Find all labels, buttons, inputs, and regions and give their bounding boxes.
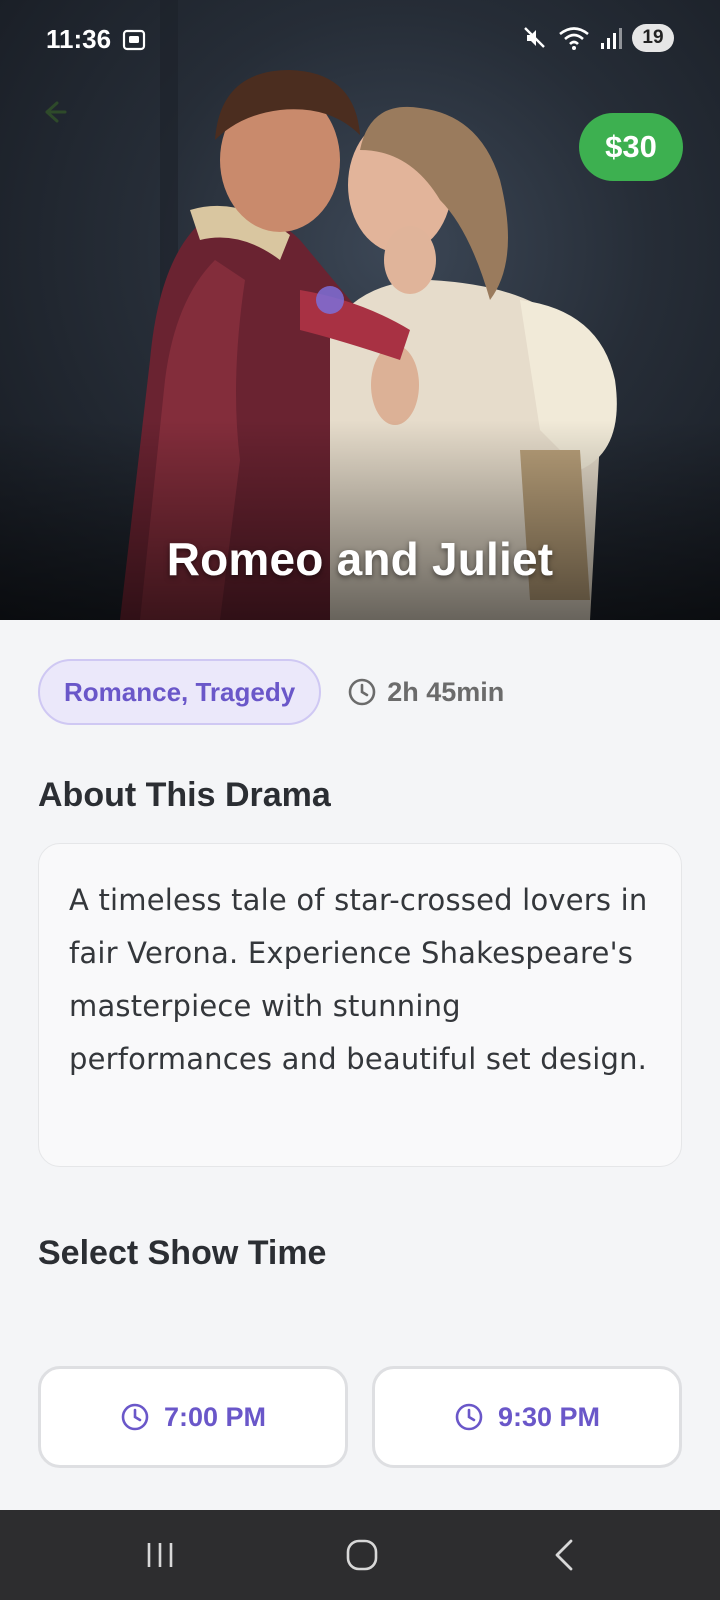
hero-gradient	[0, 420, 720, 620]
duration: 2h 45min	[347, 677, 504, 708]
recents-icon	[147, 1543, 173, 1567]
back-button[interactable]	[34, 92, 74, 132]
description-card: A timeless tale of star-crossed lovers i…	[38, 843, 682, 1167]
mute-icon	[524, 27, 545, 48]
screen: Romeo and Juliet 11:36 19 $30 Romance, T…	[0, 0, 720, 1600]
showtime-label: 7:00 PM	[163, 1401, 267, 1432]
status-bar: 11:36 19	[0, 0, 720, 80]
showtime-label: 9:30 PM	[497, 1401, 601, 1432]
arrow-left-icon	[45, 101, 67, 123]
status-time: 11:36	[46, 24, 112, 54]
clock-icon	[455, 1403, 483, 1431]
duration-label: 2h 45min	[387, 676, 505, 707]
screenshot-icon	[122, 29, 146, 51]
showtime-heading: Select Show Time	[38, 1234, 327, 1272]
genre-chip: Romance, Tragedy	[38, 659, 322, 725]
clock-icon	[121, 1403, 149, 1431]
system-nav-bar	[0, 1510, 720, 1600]
battery-indicator: 19	[632, 24, 674, 52]
recents-button[interactable]	[137, 1532, 183, 1578]
signal-icon	[601, 28, 622, 49]
back-icon	[555, 1539, 573, 1571]
wifi-icon	[559, 27, 589, 50]
status-icons: 19	[522, 24, 674, 52]
meta-row: Romance, Tragedy 2h 45min	[38, 659, 504, 725]
description-text: A timeless tale of star-crossed lovers i…	[69, 883, 648, 1076]
hero-image: Romeo and Juliet	[0, 0, 720, 620]
nav-back-button[interactable]	[541, 1532, 587, 1578]
about-heading: About This Drama	[38, 776, 331, 814]
home-button[interactable]	[339, 1532, 385, 1578]
clock-icon	[348, 678, 376, 706]
drama-title: Romeo and Juliet	[166, 533, 554, 585]
home-icon	[346, 1539, 378, 1571]
showtime-button-2[interactable]: 9:30 PM	[372, 1366, 682, 1468]
showtime-button-1[interactable]: 7:00 PM	[38, 1366, 348, 1468]
price-badge: $30	[579, 113, 683, 181]
